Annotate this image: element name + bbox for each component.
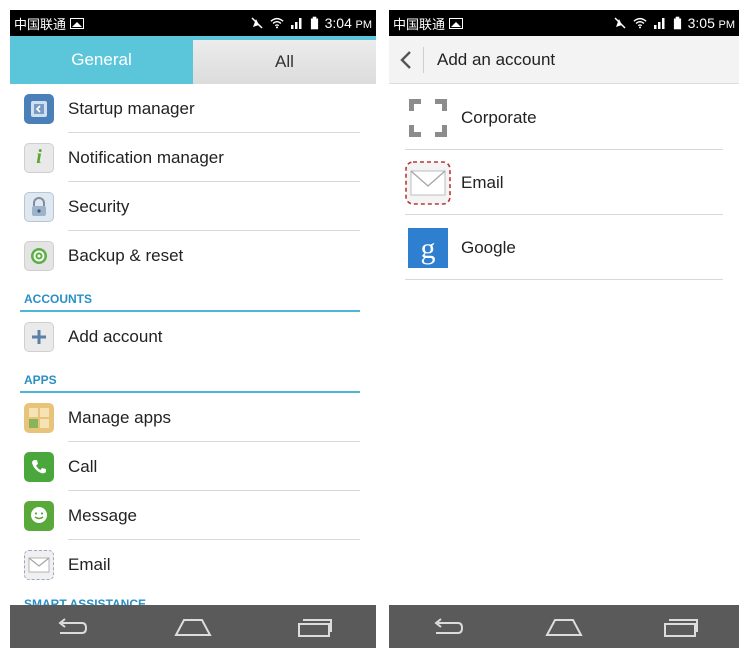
- backup-icon: [24, 240, 54, 271]
- svg-text:g: g: [421, 232, 436, 265]
- status-bar: 中国联通 3:04 PM: [10, 10, 376, 36]
- manage-apps-icon: [24, 402, 54, 433]
- security-item[interactable]: Security: [10, 182, 376, 231]
- signal-icon: [290, 18, 302, 29]
- plus-icon: [24, 321, 54, 352]
- settings-screen: 中国联通 3:04 PM General All Startup manager…: [10, 10, 376, 648]
- recents-nav-icon[interactable]: [292, 612, 338, 642]
- home-nav-icon[interactable]: [541, 612, 587, 642]
- manage-apps-item[interactable]: Manage apps: [10, 393, 376, 442]
- account-type-list: Corporate Email g Google: [389, 85, 739, 280]
- add-account-item[interactable]: Add account: [10, 312, 376, 361]
- message-item[interactable]: Message: [10, 491, 376, 540]
- message-icon: [24, 500, 54, 531]
- account-type-corporate[interactable]: Corporate: [389, 85, 739, 150]
- email-label: Email: [461, 172, 504, 192]
- email-item[interactable]: Email: [10, 540, 376, 589]
- startup-manager-item[interactable]: Startup manager: [10, 84, 376, 133]
- email-icon: [24, 549, 54, 580]
- battery-icon: [673, 16, 681, 30]
- battery-icon: [310, 16, 318, 30]
- email-icon: [405, 160, 451, 206]
- section-apps: APPS: [10, 361, 376, 393]
- wifi-icon: [633, 17, 647, 29]
- corporate-label: Corporate: [461, 107, 537, 127]
- security-label: Security: [68, 196, 130, 216]
- clock-ampm: PM: [355, 19, 373, 31]
- clock-time: 3:04: [324, 15, 352, 31]
- image-notification-icon: [449, 17, 464, 29]
- google-icon: g: [405, 225, 451, 271]
- notification-manager-label: Notification manager: [68, 147, 224, 167]
- wifi-icon: [270, 17, 284, 29]
- page-title: Add an account: [437, 49, 556, 69]
- section-smart-assistance: SMART ASSISTANCE: [24, 597, 147, 605]
- mute-icon: [614, 17, 626, 29]
- clock-ampm: PM: [718, 19, 736, 31]
- navigation-bar: [10, 605, 376, 648]
- notification-manager-icon: i: [24, 142, 54, 173]
- google-label: Google: [461, 237, 516, 257]
- navigation-bar: [389, 605, 739, 648]
- notification-manager-item[interactable]: i Notification manager: [10, 133, 376, 182]
- carrier-label: 中国联通: [393, 16, 446, 32]
- signal-icon: [653, 18, 665, 29]
- chevron-left-icon: [400, 50, 411, 69]
- settings-list: Startup manager i Notification manager S…: [10, 84, 376, 605]
- backup-reset-item[interactable]: Backup & reset: [10, 231, 376, 280]
- add-account-screen: 中国联通 3:05 PM Add an account Corporate Em…: [389, 10, 739, 648]
- call-item[interactable]: Call: [10, 442, 376, 491]
- corporate-icon: [405, 95, 451, 141]
- tab-all[interactable]: All: [193, 36, 376, 84]
- tab-general[interactable]: General: [10, 36, 193, 84]
- account-type-google[interactable]: g Google: [389, 215, 739, 280]
- settings-tabs: General All: [10, 36, 376, 84]
- back-nav-icon[interactable]: [48, 612, 94, 642]
- back-nav-icon[interactable]: [424, 612, 470, 642]
- action-bar: Add an account: [389, 36, 739, 84]
- back-button[interactable]: [389, 36, 423, 84]
- home-nav-icon[interactable]: [170, 612, 216, 642]
- backup-reset-label: Backup & reset: [68, 245, 184, 265]
- recents-nav-icon[interactable]: [658, 612, 704, 642]
- add-account-label: Add account: [68, 326, 163, 346]
- lock-icon: [24, 191, 54, 222]
- account-type-email[interactable]: Email: [389, 150, 739, 215]
- clock-time: 3:05: [687, 15, 715, 31]
- manage-apps-label: Manage apps: [68, 407, 172, 427]
- email-label: Email: [68, 554, 111, 574]
- startup-manager-icon: [24, 93, 54, 124]
- phone-icon: [24, 451, 54, 482]
- title-divider: [423, 46, 424, 73]
- message-label: Message: [68, 505, 137, 525]
- startup-manager-label: Startup manager: [68, 98, 195, 118]
- mute-icon: [251, 17, 263, 29]
- image-notification-icon: [70, 17, 85, 29]
- call-label: Call: [68, 456, 98, 476]
- section-accounts: ACCOUNTS: [10, 280, 376, 312]
- carrier-label: 中国联通: [14, 16, 67, 32]
- status-bar: 中国联通 3:05 PM: [389, 10, 739, 36]
